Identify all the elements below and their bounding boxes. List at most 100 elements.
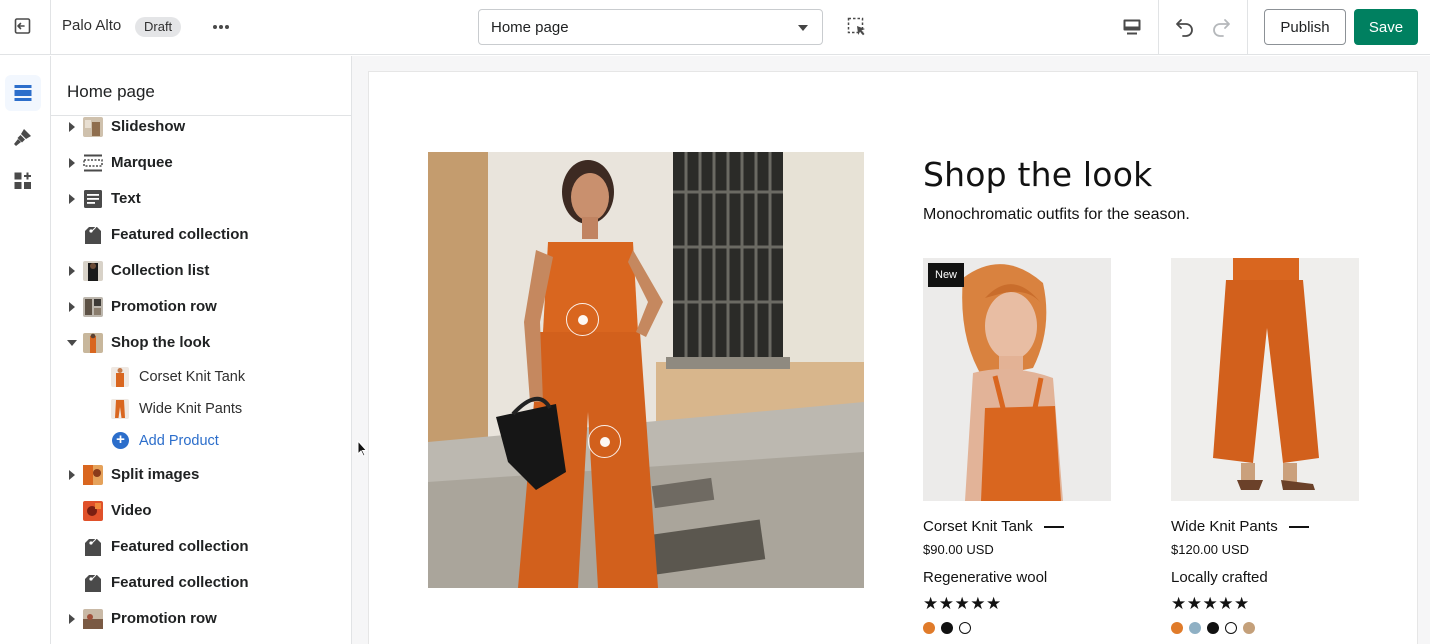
store-name: Palo Alto bbox=[62, 17, 122, 34]
dash-divider bbox=[1288, 526, 1309, 528]
sections-icon bbox=[14, 85, 32, 101]
section-label: Slideshow bbox=[111, 118, 186, 135]
section-item-marquee[interactable]: Marquee bbox=[51, 145, 351, 181]
preview-canvas: Shop the look Monochromatic outfits for … bbox=[352, 56, 1430, 644]
caret-right-icon[interactable] bbox=[69, 614, 75, 624]
image-thumbnail-icon bbox=[83, 333, 103, 353]
storefront-preview: Shop the look Monochromatic outfits for … bbox=[368, 71, 1418, 644]
swatch-white[interactable] bbox=[959, 622, 971, 634]
section-label: Split images bbox=[111, 466, 200, 483]
swatch-orange[interactable] bbox=[1171, 622, 1183, 634]
shop-the-look-image[interactable] bbox=[428, 152, 864, 588]
product-feature: Locally crafted bbox=[1171, 569, 1268, 586]
swatch-black[interactable] bbox=[1207, 622, 1219, 634]
section-label: Marquee bbox=[111, 154, 173, 171]
section-label: Featured collection bbox=[111, 226, 249, 243]
caret-down-icon[interactable] bbox=[67, 340, 77, 346]
tag-icon bbox=[85, 538, 101, 556]
product-name[interactable]: Corset Knit Tank bbox=[923, 518, 1064, 535]
swatch-white[interactable] bbox=[1225, 622, 1237, 634]
swatch-black[interactable] bbox=[941, 622, 953, 634]
dash-divider bbox=[1043, 526, 1064, 528]
undo-button[interactable] bbox=[1170, 12, 1200, 42]
add-product-button[interactable]: + Add Product bbox=[51, 425, 351, 457]
section-item-featured-collection[interactable]: Featured collection bbox=[51, 565, 351, 601]
divider bbox=[50, 0, 51, 55]
swatch-orange[interactable] bbox=[923, 622, 935, 634]
editor-rail bbox=[0, 56, 51, 644]
product-price: $90.00 USD bbox=[923, 542, 994, 557]
shop-the-look-heading: Shop the look bbox=[923, 155, 1153, 194]
color-swatches bbox=[1171, 622, 1255, 634]
block-item-wide-knit-pants[interactable]: Wide Knit Pants bbox=[51, 393, 351, 425]
caret-right-icon[interactable] bbox=[69, 302, 75, 312]
section-item-featured-collection[interactable]: Featured collection bbox=[51, 529, 351, 565]
section-label: Promotion row bbox=[111, 610, 217, 627]
redo-button[interactable] bbox=[1206, 12, 1236, 42]
product-photo bbox=[1171, 258, 1359, 501]
image-thumbnail-icon bbox=[83, 117, 103, 137]
divider bbox=[1158, 0, 1159, 55]
section-label: Featured collection bbox=[111, 538, 249, 555]
save-button[interactable]: Save bbox=[1354, 9, 1418, 45]
caret-right-icon[interactable] bbox=[69, 470, 75, 480]
section-item-video[interactable]: Video bbox=[51, 493, 351, 529]
rail-sections-button[interactable] bbox=[5, 75, 41, 111]
product-thumbnail-icon bbox=[111, 399, 129, 419]
caret-right-icon[interactable] bbox=[69, 122, 75, 132]
color-swatches bbox=[923, 622, 971, 634]
swatch-tan[interactable] bbox=[1243, 622, 1255, 634]
caret-right-icon[interactable] bbox=[69, 266, 75, 276]
rail-theme-settings-button[interactable] bbox=[5, 119, 41, 155]
desktop-icon bbox=[1123, 19, 1141, 35]
product-photo bbox=[923, 258, 1111, 501]
section-item-featured-collection[interactable]: Featured collection bbox=[51, 217, 351, 253]
caret-right-icon[interactable] bbox=[69, 194, 75, 204]
status-badge: Draft bbox=[135, 17, 182, 37]
select-cursor-icon bbox=[847, 17, 865, 36]
mouse-pointer-icon bbox=[357, 440, 367, 457]
page-selector-value: Home page bbox=[491, 18, 569, 36]
undo-icon bbox=[1176, 19, 1193, 37]
product-hotspot[interactable] bbox=[588, 425, 621, 458]
more-horizontal-icon bbox=[213, 25, 229, 29]
sections-sidebar: Home page Slideshow Marquee Text Feature bbox=[51, 56, 352, 644]
section-item-text[interactable]: Text bbox=[51, 181, 351, 217]
page-selector[interactable]: Home page bbox=[478, 9, 823, 45]
inspector-toggle-button[interactable] bbox=[842, 12, 872, 42]
swatch-blue[interactable] bbox=[1189, 622, 1201, 634]
section-item-promotion-row[interactable]: Promotion row bbox=[51, 601, 351, 637]
top-bar: Palo Alto Draft Home page Publish Save bbox=[0, 0, 1430, 55]
desktop-preview-button[interactable] bbox=[1117, 12, 1147, 42]
exit-button[interactable] bbox=[8, 11, 38, 41]
block-item-corset-knit-tank[interactable]: Corset Knit Tank bbox=[51, 361, 351, 393]
paint-brush-icon bbox=[14, 129, 31, 146]
publish-button[interactable]: Publish bbox=[1264, 9, 1346, 45]
section-item-promotion-row[interactable]: Promotion row bbox=[51, 289, 351, 325]
section-item-shop-the-look[interactable]: Shop the look bbox=[51, 325, 351, 361]
product-name-text: Wide Knit Pants bbox=[1171, 518, 1278, 535]
marquee-icon bbox=[83, 154, 103, 172]
shop-the-look-subheading: Monochromatic outfits for the season. bbox=[923, 206, 1190, 223]
product-feature: Regenerative wool bbox=[923, 569, 1048, 586]
section-label: Video bbox=[111, 502, 152, 519]
more-actions-button[interactable] bbox=[206, 12, 236, 42]
exit-icon bbox=[14, 18, 31, 34]
product-name[interactable]: Wide Knit Pants bbox=[1171, 518, 1309, 535]
rail-apps-button[interactable] bbox=[5, 163, 41, 199]
image-thumbnail-icon bbox=[83, 297, 103, 317]
section-label: Featured collection bbox=[111, 574, 249, 591]
chevron-down-icon bbox=[798, 25, 808, 31]
section-item-collection-list[interactable]: Collection list bbox=[51, 253, 351, 289]
section-item-slideshow[interactable]: Slideshow bbox=[51, 109, 351, 145]
apps-icon bbox=[14, 172, 31, 189]
plus-circle-icon: + bbox=[112, 432, 129, 449]
caret-right-icon[interactable] bbox=[69, 158, 75, 168]
section-item-split-images[interactable]: Split images bbox=[51, 457, 351, 493]
product-image[interactable] bbox=[1171, 258, 1359, 501]
section-label: Promotion row bbox=[111, 298, 217, 315]
section-label: Collection list bbox=[111, 262, 210, 279]
section-label: Text bbox=[111, 190, 141, 207]
product-image[interactable]: New bbox=[923, 258, 1111, 501]
product-hotspot[interactable] bbox=[566, 303, 599, 336]
